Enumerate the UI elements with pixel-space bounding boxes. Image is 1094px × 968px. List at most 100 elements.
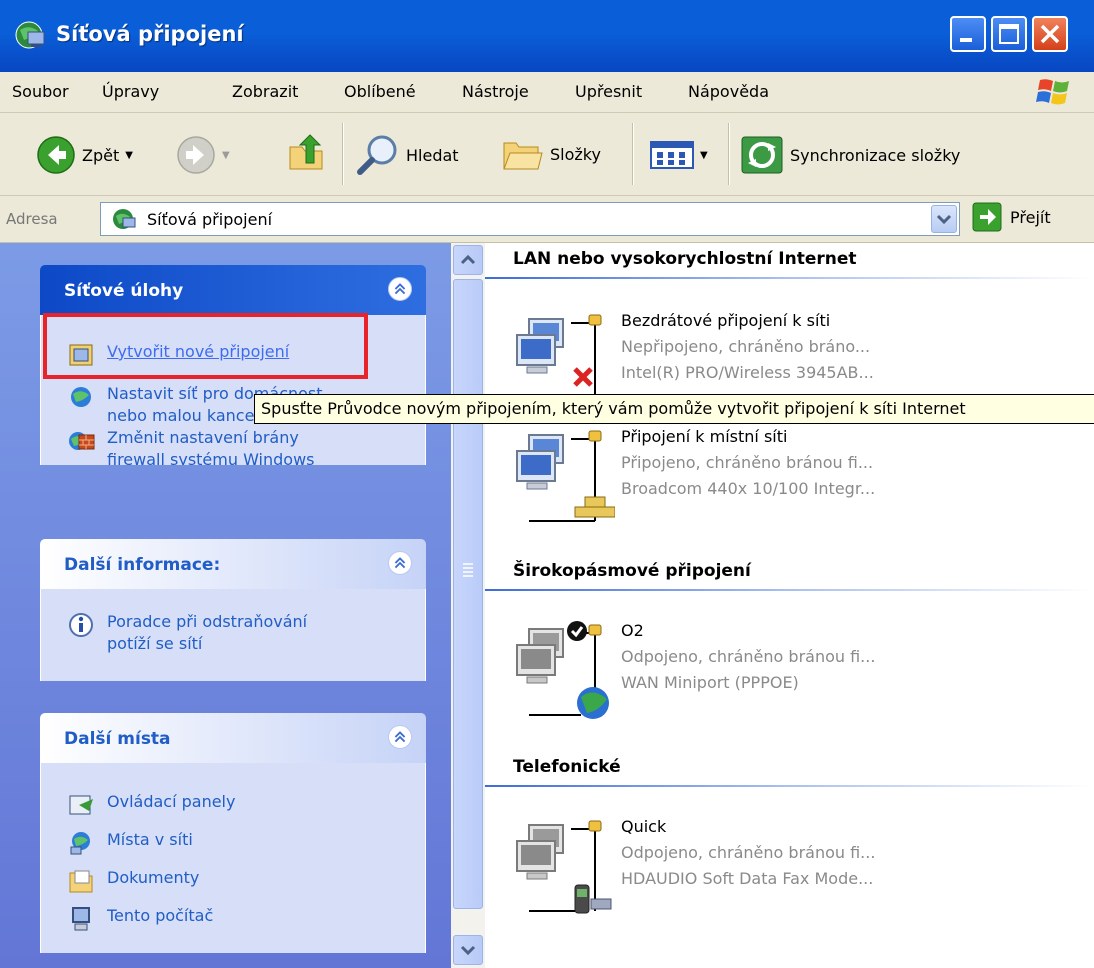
up-folder-icon: [289, 134, 323, 170]
task-label: Poradce při odstraňování potíží se sítí: [107, 612, 308, 653]
place-control-panel[interactable]: Ovládací panely: [67, 791, 235, 819]
window-title: Síťová připojení: [56, 22, 244, 46]
network-places-icon: [70, 832, 90, 855]
address-input[interactable]: Síťová připojení: [100, 202, 960, 236]
network-connections-icon: [15, 21, 45, 49]
folders-icon: [503, 142, 543, 170]
views-button[interactable]: ▼: [650, 141, 708, 169]
menu-view[interactable]: Zobrazit: [232, 82, 298, 101]
back-label: Zpět: [82, 145, 120, 165]
task-network-troubleshooter[interactable]: Poradce při odstraňování potíží se sítí: [67, 611, 307, 655]
connection-device: WAN Miniport (PPPOE): [621, 673, 799, 692]
place-my-computer[interactable]: Tento počítač: [67, 905, 213, 933]
connection-status: Odpojeno, chráněno bránou fi...: [621, 843, 876, 862]
connection-o2[interactable]: O2 Odpojeno, chráněno bránou fi... WAN M…: [515, 619, 1075, 729]
other-places-body: Ovládací panely Místa v síti Dokumenty T…: [40, 763, 426, 953]
menu-help[interactable]: Nápověda: [688, 82, 769, 101]
close-button[interactable]: [1032, 16, 1068, 52]
address-value: Síťová připojení: [147, 210, 273, 229]
my-computer-icon: [72, 907, 90, 931]
connection-quick[interactable]: Quick Odpojeno, chráněno bránou fi... HD…: [515, 815, 1075, 925]
toolbar: Zpět ▼ ▼ Hledat Složky ▼ Synchronizace s…: [0, 113, 1094, 196]
group-header-lan: LAN nebo vysokorychlostní Internet: [513, 249, 857, 269]
place-label: Tento počítač: [107, 906, 214, 925]
sync-icon: [741, 136, 783, 174]
place-network-places[interactable]: Místa v síti: [67, 829, 193, 857]
address-dropdown-button[interactable]: [931, 205, 957, 233]
other-places-panel: Další místa Ovládací panely Místa v síti: [40, 713, 426, 953]
menu-tools[interactable]: Nástroje: [462, 82, 529, 101]
scroll-up-button[interactable]: [453, 245, 483, 275]
connections-list: LAN nebo vysokorychlostní Internet ((•))…: [485, 243, 1094, 968]
search-icon: [357, 135, 397, 175]
folders-button[interactable]: Složky: [500, 133, 601, 175]
go-button[interactable]: Přejít: [972, 202, 1051, 232]
firewall-icon: [69, 432, 95, 450]
collapse-icon[interactable]: [388, 725, 412, 749]
collapse-icon[interactable]: [388, 277, 412, 301]
go-label: Přejít: [1010, 207, 1051, 227]
task-firewall-settings[interactable]: Změnit nastavení brány firewall systému …: [67, 427, 315, 465]
sync-folder-button[interactable]: Synchronizace složky: [740, 133, 960, 177]
views-icon: [650, 141, 694, 169]
network-tasks-title: Síťové úlohy: [64, 281, 184, 301]
group-divider: [485, 589, 1094, 591]
minimize-icon: [960, 38, 972, 42]
menu-file[interactable]: Soubor: [12, 82, 69, 101]
toolbar-separator: [728, 123, 730, 185]
scroll-thumb[interactable]: [453, 279, 483, 909]
more-info-body: Poradce při odstraňování potíží se sítí: [40, 589, 426, 681]
menu-edit[interactable]: Úpravy: [102, 82, 159, 101]
connection-device: HDAUDIO Soft Data Fax Mode...: [621, 869, 874, 888]
close-icon: [1040, 24, 1060, 44]
tooltip: Spusťte Průvodce novým připojením, který…: [254, 394, 1094, 424]
network-tasks-header[interactable]: Síťové úlohy: [40, 265, 426, 315]
toolbar-separator: [632, 123, 634, 185]
connection-status: Nepřipojeno, chráněno bráno...: [621, 337, 871, 356]
connection-device: Broadcom 440x 10/100 Integr...: [621, 479, 876, 498]
views-dropdown-icon[interactable]: ▼: [700, 150, 708, 161]
menu-bar: Soubor Úpravy Zobrazit Oblíbené Nástroje…: [0, 72, 1094, 113]
menu-favorites[interactable]: Oblíbené: [344, 82, 416, 101]
place-label: Ovládací panely: [107, 792, 236, 811]
dialup-connection-icon: [516, 820, 612, 914]
connection-name: Připojení k místní síti: [621, 427, 788, 446]
forward-dropdown-icon[interactable]: ▼: [222, 150, 230, 161]
up-folder-button[interactable]: [286, 133, 328, 175]
toolbar-separator: [342, 123, 344, 185]
place-label: Dokumenty: [107, 868, 200, 887]
windows-logo-icon: [1036, 79, 1069, 105]
other-places-header[interactable]: Další místa: [40, 713, 426, 763]
chevron-up-icon: [460, 254, 476, 265]
sync-label: Synchronizace složky: [790, 145, 961, 165]
search-label: Hledat: [406, 145, 459, 165]
chevron-down-icon: [460, 945, 476, 956]
forward-button[interactable]: ▼: [176, 135, 230, 175]
place-label: Místa v síti: [107, 830, 193, 849]
back-button[interactable]: Zpět ▼: [36, 135, 133, 175]
scroll-down-button[interactable]: [453, 935, 483, 965]
collapse-icon[interactable]: [388, 551, 412, 575]
connection-local-area[interactable]: Připojení k místní síti Připojeno, chrán…: [515, 425, 1075, 535]
back-dropdown-icon[interactable]: ▼: [125, 150, 133, 161]
place-documents[interactable]: Dokumenty: [67, 867, 199, 895]
search-button[interactable]: Hledat: [356, 133, 459, 177]
control-panel-icon: [69, 795, 93, 815]
network-connections-icon: [113, 209, 136, 229]
more-info-panel: Další informace: Poradce při odstraňován…: [40, 539, 426, 681]
menu-advanced[interactable]: Upřesnit: [575, 82, 642, 101]
minimize-button[interactable]: [950, 16, 986, 52]
title-bar[interactable]: Síťová připojení: [0, 0, 1094, 73]
more-info-header[interactable]: Další informace:: [40, 539, 426, 589]
vertical-scrollbar[interactable]: [451, 243, 485, 968]
group-header-dialup: Telefonické: [513, 757, 621, 777]
connection-device: Intel(R) PRO/Wireless 3945AB...: [621, 363, 874, 382]
address-label: Adresa: [6, 210, 58, 228]
connection-name: Bezdrátové připojení k síti: [621, 311, 831, 330]
group-header-broadband: Širokopásmové připojení: [513, 561, 751, 581]
maximize-button[interactable]: [991, 16, 1027, 52]
forward-arrow-icon: [177, 136, 215, 174]
chevron-down-icon: [936, 214, 952, 225]
connection-name: Quick: [621, 817, 667, 836]
connection-status: Připojeno, chráněno bránou fi...: [621, 453, 874, 472]
